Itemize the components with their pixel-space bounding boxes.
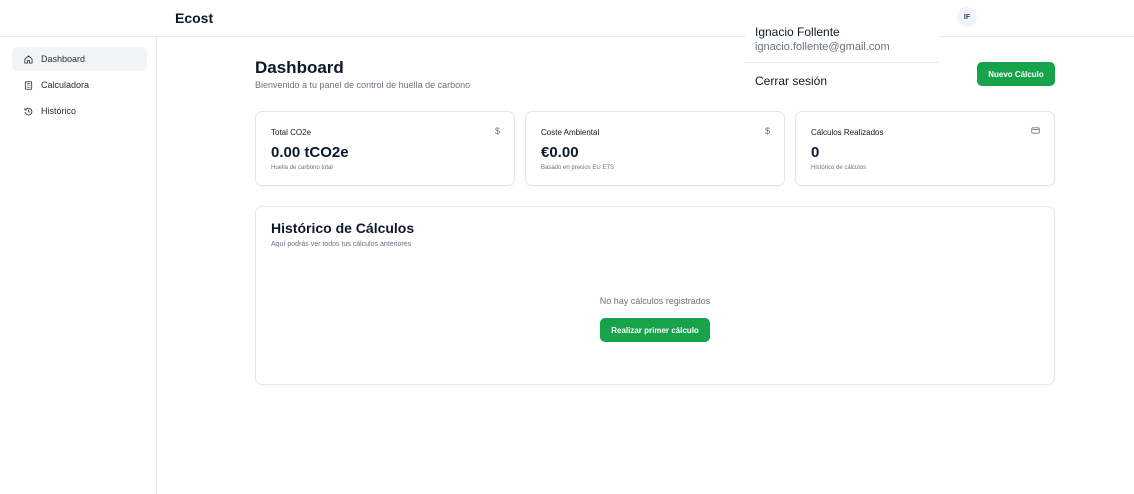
card-title: Cálculos Realizados xyxy=(811,128,884,137)
page-subtitle: Bienvenido a tu panel de control de huel… xyxy=(255,80,471,90)
history-panel: Histórico de Cálculos Aquí podrás ver to… xyxy=(255,206,1055,385)
user-avatar[interactable]: IF xyxy=(957,7,977,27)
sidebar-item-label: Calculadora xyxy=(41,80,90,90)
history-title: Histórico de Cálculos xyxy=(271,220,415,236)
card-title: Total CO2e xyxy=(271,128,312,137)
dollar-icon: $ xyxy=(764,126,770,136)
calculator-icon xyxy=(23,80,33,90)
card-value: €0.00 xyxy=(541,144,579,161)
page-title: Dashboard xyxy=(255,58,344,77)
stat-card-calculations: Cálculos Realizados 0 Histórico de cálcu… xyxy=(795,111,1055,186)
card-description: Huella de carbono total xyxy=(271,165,333,171)
sidebar-item-historico[interactable]: Histórico xyxy=(12,99,147,123)
sidebar-item-calculadora[interactable]: Calculadora xyxy=(12,73,147,97)
card-value: 0 xyxy=(811,144,820,161)
stat-card-environmental-cost: Coste Ambiental $ €0.00 Basado en precio… xyxy=(525,111,785,186)
user-email: ignacio.follente@gmail.com xyxy=(755,41,890,53)
menu-divider xyxy=(745,62,939,63)
card-description: Basado en precios EU ETS xyxy=(541,165,615,171)
logout-menu-item[interactable]: Cerrar sesión xyxy=(755,74,827,88)
empty-state-text: No hay cálculos registrados xyxy=(599,296,711,306)
card-title: Coste Ambiental xyxy=(541,128,600,137)
top-bar: Ecost IF xyxy=(0,0,1134,37)
history-subtitle: Aquí podrás ver todos tus cálculos anter… xyxy=(271,241,412,248)
stat-card-total-co2e: Total CO2e $ 0.00 tCO2e Huella de carbon… xyxy=(255,111,515,186)
history-icon xyxy=(23,106,33,116)
dollar-icon: $ xyxy=(494,126,500,136)
sidebar-item-label: Histórico xyxy=(41,106,77,116)
home-icon xyxy=(23,54,33,64)
new-calculation-button[interactable]: Nuevo Cálculo xyxy=(977,62,1055,86)
card-value: 0.00 tCO2e xyxy=(271,144,349,161)
user-name: Ignacio Follente xyxy=(755,25,840,39)
user-menu-dropdown: Ignacio Follente ignacio.follente@gmail.… xyxy=(745,17,939,101)
card-description: Histórico de cálculos xyxy=(811,165,867,171)
first-calculation-button[interactable]: Realizar primer cálculo xyxy=(600,318,710,342)
sidebar-item-dashboard[interactable]: Dashboard xyxy=(12,47,147,71)
card-icon xyxy=(1031,126,1040,137)
sidebar: Dashboard Calculadora Histórico xyxy=(0,37,157,494)
app-brand[interactable]: Ecost xyxy=(175,10,213,26)
sidebar-item-label: Dashboard xyxy=(41,54,86,64)
